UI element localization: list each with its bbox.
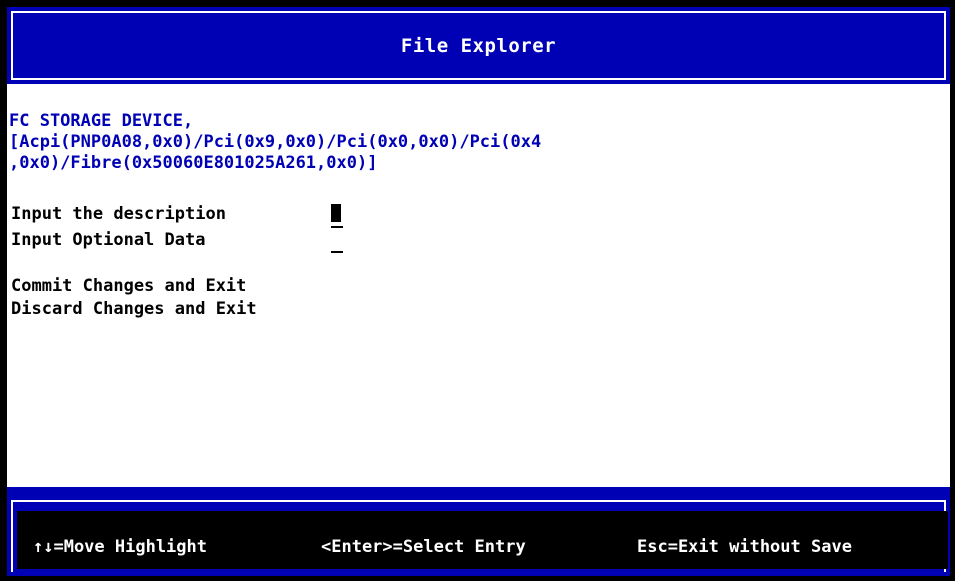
description-input-underline [331,226,343,228]
help-move-highlight: ↑↓=Move Highlight [33,537,207,557]
help-exit-without-save: Esc=Exit without Save [637,537,852,557]
help-select-entry: <Enter>=Select Entry [321,537,526,557]
bios-screen: File Explorer FC STORAGE DEVICE, [Acpi(PN… [7,7,950,576]
description-input[interactable] [331,204,341,222]
optional-data-input[interactable] [331,251,343,253]
device-line: FC STORAGE DEVICE, [9,111,194,131]
device-path: FC STORAGE DEVICE, [Acpi(PNP0A08,0x0)/Pci… [9,111,541,174]
title-bar: File Explorer [7,7,950,84]
page-title: File Explorer [400,35,557,57]
optional-data-label: Input Optional Data [11,230,206,250]
commit-changes-button[interactable]: Commit Changes and Exit [11,276,246,296]
device-line: [Acpi(PNP0A08,0x0)/Pci(0x9,0x0)/Pci(0x0,… [9,132,542,152]
description-label: Input the description [11,204,226,224]
help-bar: ↑↓=Move Highlight <Enter>=Select Entry E… [7,487,950,576]
discard-changes-button[interactable]: Discard Changes and Exit [11,299,257,319]
device-line: ,0x0)/Fibre(0x50060E801025A261,0x0)] [9,153,378,173]
